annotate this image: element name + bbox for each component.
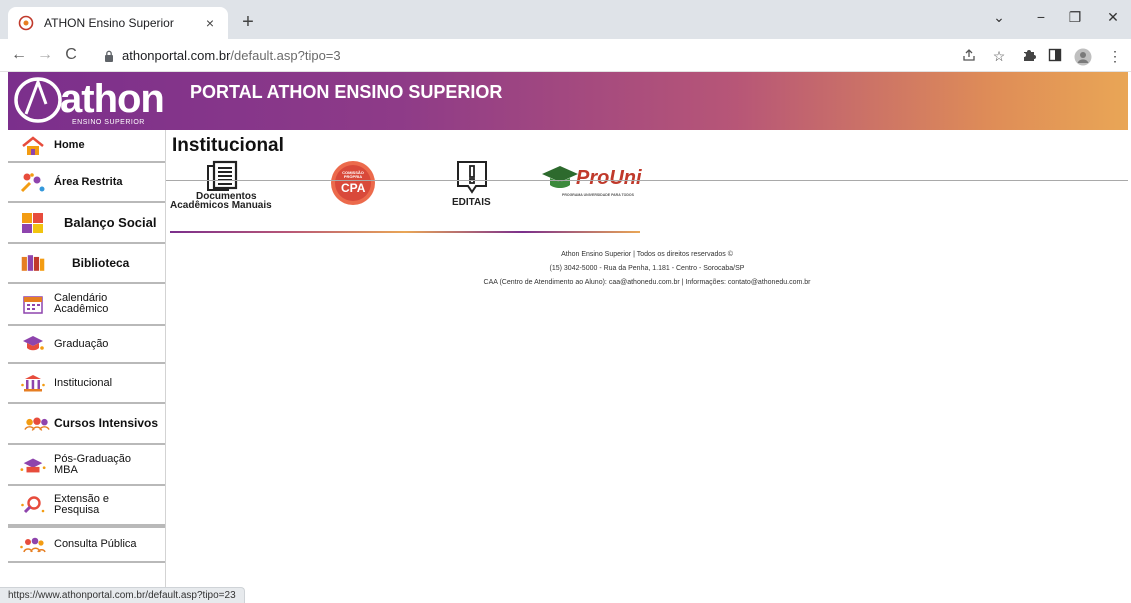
cpa-card[interactable]: COMISSÃO PRÓPRIA CPA xyxy=(328,158,388,206)
cards-underline xyxy=(170,231,640,233)
browser-tab[interactable]: ATHON Ensino Superior × xyxy=(8,7,228,39)
bookmark-star-icon[interactable]: ☆ xyxy=(990,48,1008,66)
calendar-icon xyxy=(20,293,46,315)
footer-contacts: CAA (Centro de Atendimento ao Aluno): ca… xyxy=(483,279,811,286)
url-path: /default.asp?tipo=3 xyxy=(230,48,341,63)
building-icon xyxy=(20,372,46,394)
status-url-bubble: https://www.athonportal.com.br/default.a… xyxy=(0,587,245,603)
reload-button[interactable]: C xyxy=(60,45,82,67)
new-tab-button[interactable]: + xyxy=(236,11,260,35)
sidebar-item-pos-graduacao[interactable]: Pós-Graduação MBA xyxy=(8,445,165,486)
sidebar-item-label: Biblioteca xyxy=(72,255,130,270)
tab-search-dropdown-icon[interactable]: ⌄ xyxy=(988,9,1010,26)
sidebar-item-label: Pós-Graduação MBA xyxy=(54,452,132,476)
browser-tab-bar: ATHON Ensino Superior × + ⌄ − ❐ ✕ xyxy=(0,0,1131,39)
logo-wordmark: athon xyxy=(60,77,165,121)
prouni-subtitle: PROGRAMA UNIVERSIDADE PARA TODOS xyxy=(562,193,634,197)
sidebar-item-extensao[interactable]: Extensão e Pesquisa xyxy=(8,486,165,526)
books-icon xyxy=(20,252,46,274)
sidebar-divider xyxy=(165,130,166,603)
sidebar-item-label: Calendário Acadêmico xyxy=(54,292,109,315)
sidebar-item-biblioteca[interactable]: Biblioteca xyxy=(8,244,165,284)
sidebar-item-calendario[interactable]: Calendário Acadêmico xyxy=(8,284,165,326)
sidebar-item-label: Área Restrita xyxy=(54,175,123,188)
house-icon xyxy=(20,135,46,157)
sidebar-item-label: Institucional xyxy=(54,376,113,389)
sidebar-item-label: Home xyxy=(54,139,85,151)
minimize-button[interactable]: − xyxy=(1030,9,1052,25)
cpa-small-label: COMISSÃO PRÓPRIA xyxy=(342,170,364,179)
users-icon xyxy=(20,171,46,193)
lock-icon xyxy=(105,50,113,62)
puzzle-icon xyxy=(20,212,46,234)
exclamation-icon xyxy=(457,161,487,194)
cpa-label: CPA xyxy=(341,181,366,195)
sidebar-item-balanco-social[interactable]: Balanço Social xyxy=(8,203,165,244)
forward-button[interactable]: → xyxy=(34,45,56,67)
grad-cap-icon xyxy=(20,333,46,355)
mba-icon xyxy=(20,454,46,476)
athon-logo[interactable]: athon ENSINO SUPERIOR xyxy=(8,72,165,130)
extensions-puzzle-icon[interactable] xyxy=(1020,48,1038,66)
web-page: athon ENSINO SUPERIOR PORTAL ATHON ENSIN… xyxy=(0,72,1131,603)
address-bar: ← → C athonportal.com.br/default.asp?tip… xyxy=(0,39,1131,72)
page-title: Institucional xyxy=(172,135,284,156)
footer-address: (15) 3042-5000 - Rua da Penha, 1.181 - C… xyxy=(549,265,745,272)
people-icon xyxy=(24,413,50,435)
prouni-card[interactable]: ProUni PROGRAMA UNIVERSIDADE PARA TODOS xyxy=(540,158,664,206)
sidebar-item-label: Consulta Pública xyxy=(54,538,137,550)
athon-logo-mark-icon xyxy=(14,77,62,123)
sidebar-menu: Home Área Restrita Balanço Social Biblio… xyxy=(8,130,165,603)
logo-subtitle: ENSINO SUPERIOR xyxy=(72,119,145,126)
back-button[interactable]: ← xyxy=(8,45,30,67)
restore-button[interactable]: ❐ xyxy=(1064,9,1086,26)
prouni-logo-text: ProUni xyxy=(576,167,642,189)
profile-avatar[interactable] xyxy=(1074,48,1092,66)
sidebar-item-label: Cursos Intensivos xyxy=(54,416,159,430)
editais-label: EDITAIS xyxy=(452,197,491,208)
athon-favicon-icon xyxy=(18,15,34,31)
content-divider xyxy=(166,180,1128,181)
institucional-cards: Documentos Acadêmicos Manuais COMISSÃO P… xyxy=(170,158,670,211)
sidebar-item-label: Graduação xyxy=(54,337,109,350)
url-field[interactable]: athonportal.com.br/default.asp?tipo=3 xyxy=(104,43,944,68)
sidebar-item-cursos-intensivos[interactable]: Cursos Intensivos xyxy=(8,404,165,445)
sidebar-item-institucional[interactable]: Institucional xyxy=(8,364,165,404)
sidebar-item-consulta-publica[interactable]: Consulta Pública xyxy=(8,526,165,563)
sidebar-item-label: Extensão e Pesquisa xyxy=(54,493,110,516)
sidebar-item-area-restrita[interactable]: Área Restrita xyxy=(8,163,165,203)
documentos-label-2: Acadêmicos Manuais xyxy=(170,200,272,211)
grad-cap-icon xyxy=(542,166,578,188)
footer-copyright: Athon Ensino Superior | Todos os direito… xyxy=(561,251,733,258)
sidebar-item-home[interactable]: Home xyxy=(8,130,165,163)
magnifier-icon xyxy=(20,494,46,516)
sidebar-item-label: Balanço Social xyxy=(64,215,157,230)
footer: Athon Ensino Superior | Todos os direito… xyxy=(166,248,1128,290)
documents-icon xyxy=(207,160,238,191)
crowd-icon xyxy=(20,534,46,556)
tab-close-button[interactable]: × xyxy=(202,15,218,31)
header-banner xyxy=(8,72,1128,130)
editais-card[interactable]: EDITAIS xyxy=(450,158,500,208)
sidebar-item-graduacao[interactable]: Graduação xyxy=(8,326,165,364)
url-host: athonportal.com.br xyxy=(122,48,231,63)
tab-title: ATHON Ensino Superior xyxy=(44,16,174,30)
side-panel-icon[interactable] xyxy=(1046,48,1064,66)
share-icon[interactable] xyxy=(960,48,978,66)
browser-menu-icon[interactable]: ⋮ xyxy=(1106,48,1124,66)
close-window-button[interactable]: ✕ xyxy=(1102,9,1124,26)
page-banner-title: PORTAL ATHON ENSINO SUPERIOR xyxy=(190,82,503,102)
documentos-card[interactable]: Documentos Acadêmicos Manuais xyxy=(170,158,290,211)
